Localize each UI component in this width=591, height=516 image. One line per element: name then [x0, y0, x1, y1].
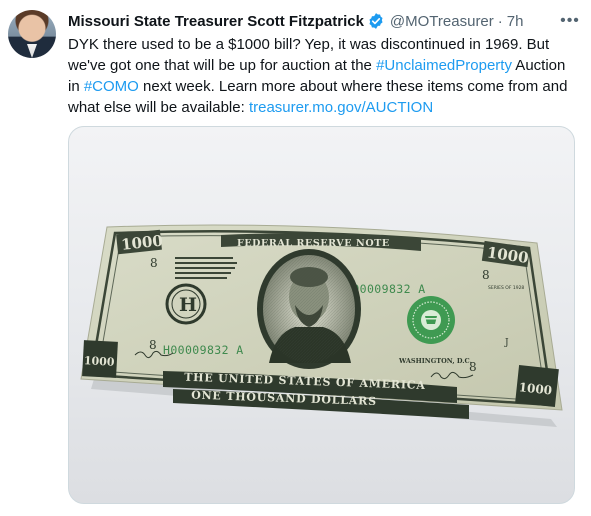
profile-avatar[interactable]	[8, 10, 56, 58]
display-name[interactable]: Missouri State Treasurer Scott Fitzpatri…	[68, 13, 364, 30]
verified-badge-icon	[367, 12, 385, 30]
check-letter: J	[504, 338, 509, 348]
user-handle[interactable]: @MOTreasurer	[390, 13, 494, 30]
more-options-icon[interactable]: •••	[560, 11, 580, 31]
city-label: WASHINGTON, D.C.	[398, 357, 472, 365]
denomination-bl: 1000	[84, 354, 116, 369]
corner-1000-bottom-right: 1000	[515, 365, 559, 407]
district-number-bl: 8	[149, 338, 157, 352]
tweet-media-photo[interactable]: 1000 1000 FEDERAL RESERVE NOTE H 8 8 8 8…	[68, 126, 575, 504]
separator-dot: ·	[497, 12, 503, 30]
treasury-seal	[407, 296, 455, 344]
district-number-tr: 8	[482, 268, 490, 282]
tweet-header: Missouri State Treasurer Scott Fitzpatri…	[68, 11, 523, 31]
serial-number-bottom: H00009832 A	[163, 343, 244, 357]
hashtag-link-unclaimed-property[interactable]: #UnclaimedProperty	[376, 57, 512, 74]
tweet-text: DYK there used to be a $1000 bill? Yep, …	[68, 34, 568, 118]
hashtag-link-como[interactable]: #COMO	[84, 78, 139, 95]
series-label: SERIES OF 1928	[488, 285, 524, 291]
district-letter: H	[179, 294, 197, 316]
tweet[interactable]: Missouri State Treasurer Scott Fitzpatri…	[0, 0, 591, 516]
corner-1000-bottom-left: 1000	[82, 340, 118, 378]
portrait-oval	[257, 249, 361, 369]
bill-photo: 1000 1000 FEDERAL RESERVE NOTE H 8 8 8 8…	[80, 224, 563, 427]
district-number-tl: 8	[150, 256, 158, 270]
auction-url-link[interactable]: treasurer.mo.gov/AUCTION	[249, 99, 433, 116]
federal-reserve-text: FEDERAL RESERVE NOTE	[237, 238, 390, 249]
timestamp[interactable]: 7h	[507, 13, 524, 30]
district-seal: H	[165, 283, 207, 325]
